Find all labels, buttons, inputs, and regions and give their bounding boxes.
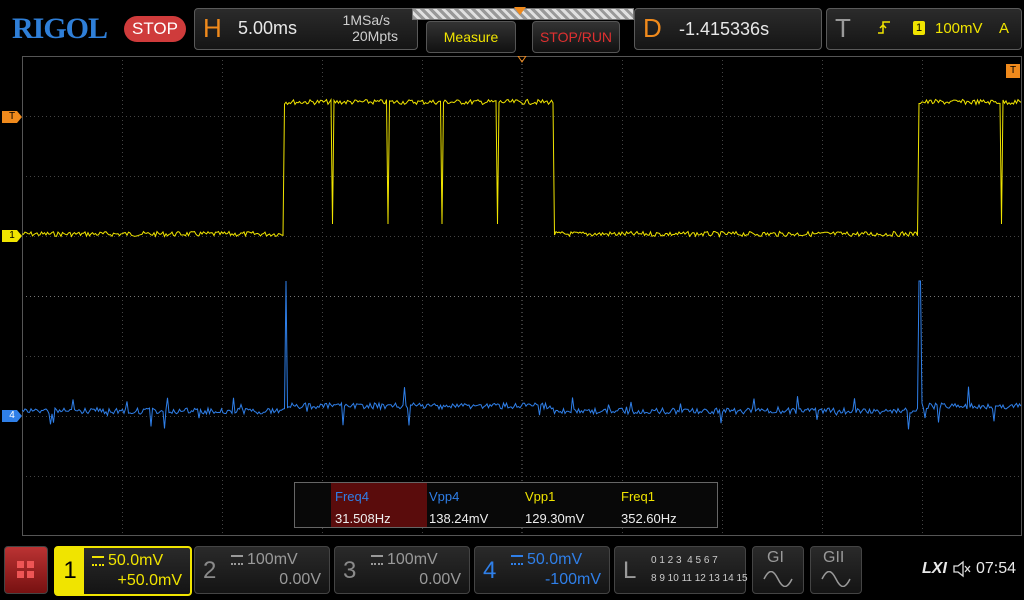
logic-analyzer-box[interactable]: L 0 1 2 3 4 5 6 7 8 9 10 11 12 13 14 15 bbox=[614, 546, 748, 594]
measurement-value: 129.30mV bbox=[525, 511, 585, 526]
dc-coupling-icon bbox=[231, 554, 243, 565]
run-state-badge[interactable]: STOP bbox=[124, 16, 186, 42]
lxi-logo: LXI bbox=[922, 560, 947, 577]
channel-1-scale: 50.0mV bbox=[108, 552, 164, 569]
channel-1-box[interactable]: 1 50.0mV +50.0mV bbox=[54, 546, 192, 596]
measurement-label: Freq4 bbox=[335, 489, 369, 504]
waveform-svg bbox=[22, 56, 1022, 536]
channel-3-scale: 100mV bbox=[387, 551, 438, 568]
grid-menu-icon bbox=[17, 561, 34, 578]
generator-1-button[interactable]: GI bbox=[752, 546, 804, 594]
generator-2-label: GII bbox=[823, 549, 845, 566]
channel-3-box[interactable]: 3 100mV 0.00V bbox=[334, 546, 470, 594]
sine-wave-icon bbox=[763, 571, 793, 587]
logic-letter: L bbox=[623, 557, 637, 584]
dc-coupling-icon bbox=[511, 554, 523, 565]
bottom-channel-bar: 1 50.0mV +50.0mV 2 100mV 0.00V 3 100mV 0… bbox=[0, 540, 1024, 600]
measurement-value: 352.60Hz bbox=[621, 511, 677, 526]
channel-2-number: 2 bbox=[203, 557, 217, 584]
measurement-freq1[interactable]: Freq1 352.60Hz bbox=[617, 483, 713, 527]
delay-letter: D bbox=[643, 13, 662, 43]
trigger-position-marker bbox=[514, 7, 526, 15]
waveform-display[interactable] bbox=[22, 56, 1022, 536]
measurement-panel[interactable]: Freq4 31.508Hz Vpp4 138.24mV Vpp1 129.30… bbox=[294, 482, 718, 528]
generator-1-label: GI bbox=[767, 549, 784, 566]
speaker-muted-icon[interactable] bbox=[952, 560, 972, 578]
trigger-level-marker[interactable]: T bbox=[2, 111, 22, 123]
channel-1-offset: +50.0mV bbox=[117, 572, 182, 589]
logic-channels-row1: 0 1 2 3 4 5 6 7 bbox=[651, 555, 718, 566]
measurement-freq4[interactable]: Freq4 31.508Hz bbox=[331, 483, 427, 527]
channel-4-scale: 50.0mV bbox=[527, 551, 583, 568]
measurement-vpp4[interactable]: Vpp4 138.24mV bbox=[425, 483, 521, 527]
generator-2-button[interactable]: GII bbox=[810, 546, 862, 594]
logic-channels-row2: 8 9 10 11 12 13 14 15 bbox=[651, 573, 748, 584]
channel-1-number: 1 bbox=[56, 548, 84, 594]
trigger-letter: T bbox=[835, 13, 851, 43]
clock: 07:54 bbox=[976, 560, 1017, 577]
delay-panel[interactable]: D -1.415336s bbox=[634, 8, 822, 50]
memory-depth: 20Mpts bbox=[352, 28, 398, 44]
channel-2-box[interactable]: 2 100mV 0.00V bbox=[194, 546, 330, 594]
trigger-right-marker: T bbox=[1006, 64, 1020, 78]
sine-wave-icon bbox=[821, 571, 851, 587]
ch4-offset-marker[interactable]: 4 bbox=[2, 410, 22, 422]
trigger-mode: A bbox=[999, 20, 1010, 37]
delay-value: -1.415336s bbox=[679, 19, 770, 39]
dc-coupling-icon bbox=[92, 555, 104, 566]
trigger-source-badge: 1 bbox=[913, 21, 925, 35]
measure-button[interactable]: Measure bbox=[426, 21, 516, 53]
channel-2-scale: 100mV bbox=[247, 551, 298, 568]
measurement-label: Freq1 bbox=[621, 489, 655, 504]
channel-4-number: 4 bbox=[483, 557, 497, 584]
trigger-panel[interactable]: T 1 100mV A bbox=[826, 8, 1022, 50]
trigger-level: 100mV bbox=[935, 20, 983, 37]
channel-3-number: 3 bbox=[343, 557, 357, 584]
menu-button[interactable] bbox=[4, 546, 48, 594]
stop-run-button[interactable]: STOP/RUN bbox=[532, 21, 620, 53]
dc-coupling-icon bbox=[371, 554, 383, 565]
top-status-bar: RIGOL STOP H 5.00ms 1MSa/s 20Mpts Measur… bbox=[0, 0, 1024, 56]
rising-edge-icon bbox=[878, 21, 890, 34]
horizontal-letter: H bbox=[203, 13, 222, 43]
sample-rate: 1MSa/s bbox=[342, 12, 390, 28]
ch4-trace bbox=[22, 280, 1022, 430]
channel-4-box[interactable]: 4 50.0mV -100mV bbox=[474, 546, 610, 594]
measurement-vpp1[interactable]: Vpp1 129.30mV bbox=[521, 483, 617, 527]
brand-logo: RIGOL bbox=[12, 12, 108, 45]
channel-3-offset: 0.00V bbox=[419, 571, 461, 588]
measurement-value: 31.508Hz bbox=[335, 511, 391, 526]
graticule-grid bbox=[22, 56, 1022, 536]
timebase-value: 5.00ms bbox=[238, 18, 298, 38]
channel-2-offset: 0.00V bbox=[279, 571, 321, 588]
measurement-label: Vpp1 bbox=[525, 489, 556, 504]
channel-4-offset: -100mV bbox=[544, 571, 601, 588]
ch1-offset-marker[interactable]: 1 bbox=[2, 230, 22, 242]
measurement-label: Vpp4 bbox=[429, 489, 460, 504]
measurement-value: 138.24mV bbox=[429, 511, 489, 526]
